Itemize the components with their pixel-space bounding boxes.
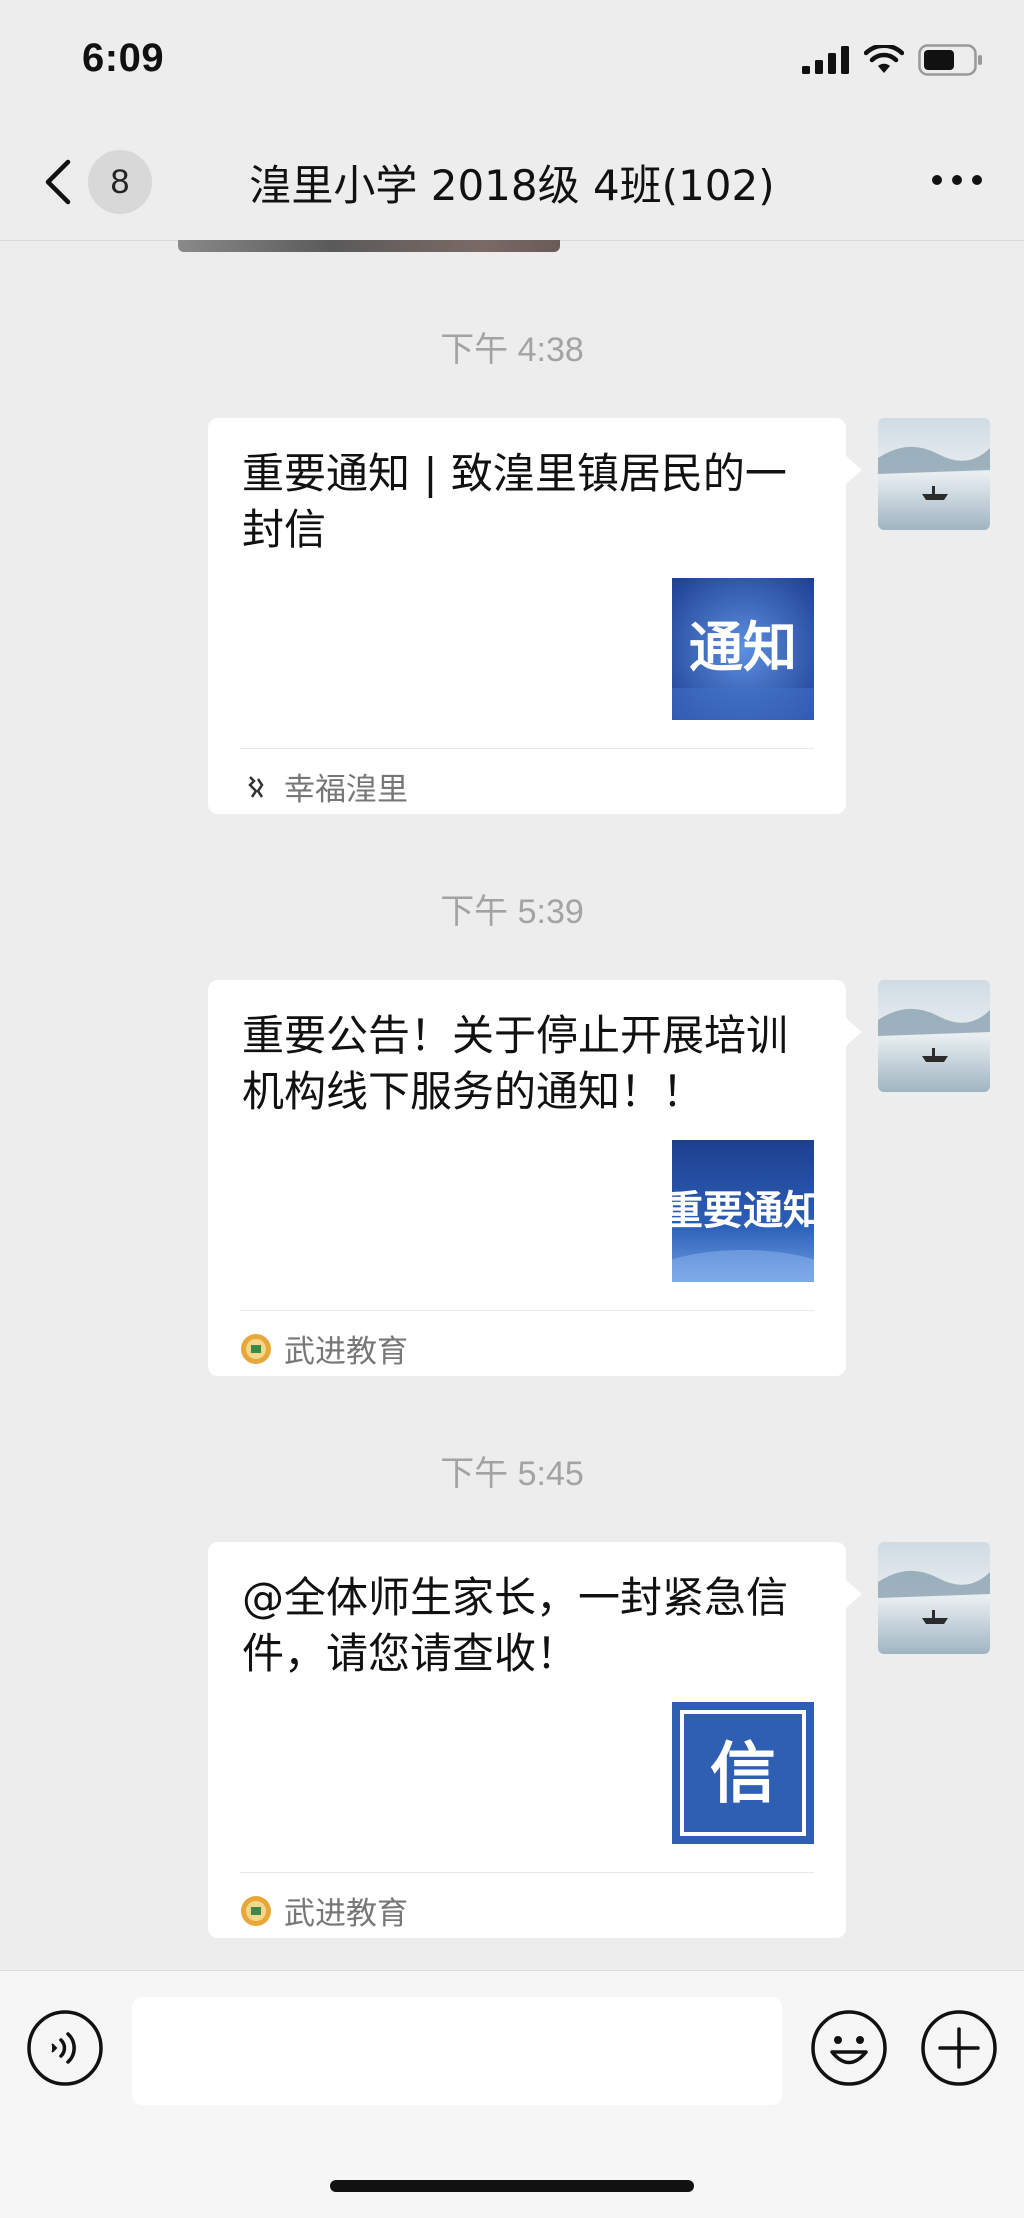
user-avatar[interactable] (878, 980, 990, 1092)
message-input[interactable] (132, 1997, 782, 2105)
nav-bar: 8 湟里小学 2018级 4班(102) (0, 120, 1024, 241)
article-card[interactable]: @全体师生家长，一封紧急信件，请您请查收！ 信 武进教育 (208, 1542, 862, 1938)
source-name: 幸福湟里 (284, 772, 408, 808)
back-chevron-icon[interactable] (40, 158, 74, 206)
article-card[interactable]: 重要通知 | 致湟里镇居民的一封信 通知 幸福湟里 (208, 418, 862, 814)
chat-title: 湟里小学 2018级 4班(102) (249, 161, 775, 210)
card-divider (240, 1310, 814, 1311)
signal-icon (802, 46, 849, 74)
source-name: 武进教育 (284, 1896, 408, 1932)
source-logo-icon (241, 1895, 271, 1926)
article-source: 幸福湟里 (240, 764, 408, 809)
home-indicator[interactable] (330, 2180, 694, 2192)
article-thumbnail: 信 (672, 1702, 814, 1844)
unread-count-badge[interactable]: 8 (88, 150, 152, 214)
voice-icon[interactable] (26, 2009, 104, 2087)
article-title: 重要通知 | 致湟里镇居民的一封信 (242, 449, 787, 554)
article-source: 武进教育 (240, 1326, 408, 1371)
article-card[interactable]: 重要公告！关于停止开展培训机构线下服务的通知！！ 重要通知 武进教育 (208, 980, 862, 1376)
emoji-icon[interactable] (810, 2009, 888, 2087)
source-name: 武进教育 (284, 1334, 408, 1370)
source-logo-icon (241, 1333, 271, 1364)
previous-message-image[interactable] (178, 240, 560, 252)
message-timestamp: 下午 5:45 (440, 1455, 584, 1493)
thumbnail-text: 信 (710, 1734, 776, 1812)
message-timestamp: 下午 4:38 (440, 331, 584, 369)
wifi-icon (864, 45, 904, 73)
status-time: 6:09 (82, 36, 165, 80)
article-title: 重要公告！关于停止开展培训机构线下服务的通知！！ (242, 1011, 789, 1116)
plus-icon[interactable] (920, 2009, 998, 2087)
card-divider (240, 1872, 814, 1873)
battery-icon (918, 44, 982, 76)
user-avatar[interactable] (878, 418, 990, 530)
article-thumbnail: 通知 (672, 578, 814, 720)
article-thumbnail: 重要通知 (672, 1140, 814, 1282)
thumbnail-text: 通知 (689, 615, 797, 679)
source-logo-icon (240, 770, 272, 803)
article-source: 武进教育 (240, 1888, 408, 1933)
status-bar: 6:09 (0, 0, 1024, 120)
message-timestamp: 下午 5:39 (440, 893, 584, 931)
article-title: @全体师生家长，一封紧急信件，请您请查收！ (242, 1573, 789, 1678)
card-divider (240, 748, 814, 749)
more-dots-icon[interactable] (930, 172, 984, 188)
user-avatar[interactable] (878, 1542, 990, 1654)
thumbnail-text: 重要通知 (672, 1187, 814, 1234)
status-icons (802, 44, 984, 76)
